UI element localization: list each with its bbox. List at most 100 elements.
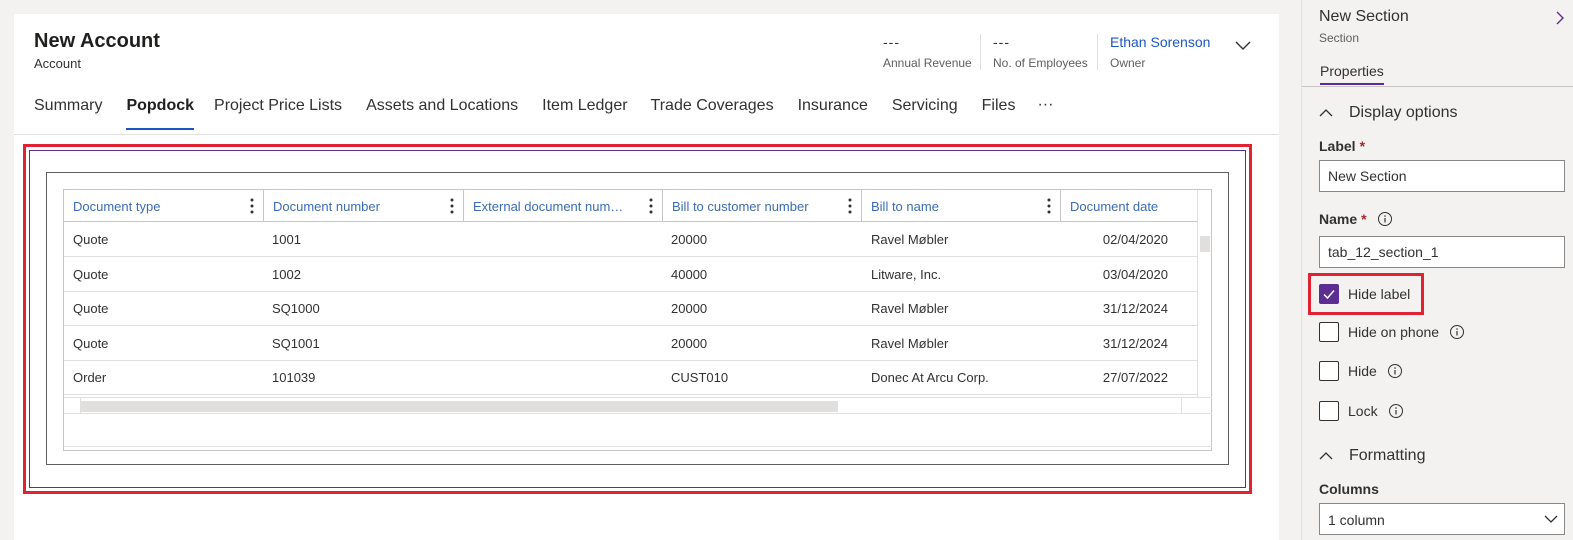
cell-document-date: 27/07/2022 [1102, 370, 1168, 385]
owner-link[interactable]: Ethan Sorenson [1110, 34, 1210, 50]
column-header[interactable]: Bill to name [862, 190, 1061, 222]
cell-document-number: 1001 [272, 232, 301, 247]
cell-bill-to-name: Donec At Arcu Corp. [871, 370, 989, 385]
group-heading: Display options [1349, 104, 1458, 121]
column-header[interactable]: Document number [264, 190, 464, 222]
checkbox-box[interactable] [1319, 322, 1339, 342]
field-label-text: Columns [1319, 481, 1379, 497]
info-icon[interactable] [1449, 324, 1465, 340]
info-icon[interactable] [1388, 403, 1404, 419]
header-field-annual-revenue[interactable]: --- Annual Revenue [883, 34, 972, 70]
chevron-down-icon[interactable] [1234, 36, 1252, 54]
tab-project-price-lists[interactable]: Project Price Lists [214, 96, 342, 130]
column-menu-icon[interactable] [847, 197, 853, 215]
required-marker: * [1361, 211, 1367, 227]
scrollbar-thumb[interactable] [1200, 236, 1210, 252]
scrollbar-thumb[interactable] [81, 401, 838, 412]
header-field-value: --- [883, 34, 900, 50]
name-field-label: Name * [1319, 211, 1393, 227]
more-tabs-button[interactable]: ··· [1037, 96, 1053, 130]
form-header: New Account Account --- Annual Revenue -… [14, 14, 1279, 134]
vertical-scrollbar[interactable] [1197, 190, 1211, 397]
cell-document-type: Quote [73, 336, 109, 351]
checkbox-box[interactable] [1319, 401, 1339, 421]
scroll-right-button[interactable] [1181, 398, 1198, 413]
divider [1302, 86, 1573, 87]
chevron-right-icon[interactable] [1554, 10, 1566, 26]
tab-trade-coverages[interactable]: Trade Coverages [651, 96, 774, 130]
column-menu-icon[interactable] [1046, 197, 1052, 215]
table-row[interactable]: Quote SQ1001 20000 Ravel Møbler 31/12/20… [64, 326, 1198, 361]
info-icon[interactable] [1387, 363, 1403, 379]
header-field-label: No. of Employees [993, 56, 1088, 70]
column-menu-icon[interactable] [449, 197, 455, 215]
tab-servicing[interactable]: Servicing [892, 96, 958, 130]
cell-document-date: 03/04/2020 [1102, 267, 1168, 282]
document-grid: Document type Document number External d… [63, 189, 1212, 451]
header-divider [980, 34, 981, 70]
label-field-label: Label * [1319, 138, 1365, 154]
tab-assets-and-locations[interactable]: Assets and Locations [366, 96, 518, 130]
tab-item-ledger[interactable]: Item Ledger [542, 96, 627, 130]
column-header-label: Document date [1070, 199, 1159, 214]
table-row[interactable]: Quote 1002 40000 Litware, Inc. 03/04/202… [64, 257, 1198, 292]
display-options-toggle[interactable]: Display options [1319, 104, 1458, 122]
horizontal-scrollbar[interactable] [64, 397, 1212, 414]
header-field-label: Annual Revenue [883, 56, 972, 70]
header-field-employees[interactable]: --- No. of Employees [993, 34, 1088, 70]
header-field-owner: Ethan Sorenson Owner [1110, 34, 1210, 70]
columns-select[interactable]: 1 column [1319, 503, 1565, 535]
grid-footer-divider [64, 446, 1212, 447]
formatting-toggle[interactable]: Formatting [1319, 447, 1425, 465]
column-header-label: Document number [273, 199, 380, 214]
column-header[interactable]: Document date [1061, 190, 1198, 222]
cell-document-number: 1002 [272, 267, 301, 282]
cell-customer-number: 40000 [671, 267, 708, 282]
tab-properties[interactable]: Properties [1320, 63, 1384, 85]
group-heading: Formatting [1349, 447, 1426, 464]
cell-bill-to-name: Ravel Møbler [871, 301, 949, 316]
header-field-label: Owner [1110, 56, 1146, 70]
tab-summary[interactable]: Summary [34, 96, 102, 130]
hide-checkbox[interactable]: Hide [1319, 361, 1403, 381]
field-label-text: Name [1319, 211, 1358, 227]
panel-title: New Section [1319, 8, 1409, 25]
cell-bill-to-name: Litware, Inc. [871, 267, 942, 282]
cell-document-type: Order [73, 370, 107, 385]
label-input[interactable] [1319, 160, 1565, 192]
tab-insurance[interactable]: Insurance [798, 96, 868, 130]
cell-customer-number: 20000 [671, 301, 708, 316]
column-header[interactable]: External document num… [464, 190, 663, 222]
cell-document-type: Quote [73, 301, 109, 316]
cell-document-date: 02/04/2020 [1102, 232, 1168, 247]
grid-header: Document type Document number External d… [64, 190, 1198, 222]
chevron-up-icon [1319, 452, 1333, 460]
cell-customer-number: CUST010 [671, 370, 729, 385]
column-header[interactable]: Bill to customer number [663, 190, 862, 222]
table-row[interactable]: Quote 1001 20000 Ravel Møbler 02/04/2020 [64, 222, 1198, 257]
column-menu-icon[interactable] [648, 197, 654, 215]
table-row[interactable]: Quote SQ1000 20000 Ravel Møbler 31/12/20… [64, 291, 1198, 326]
required-marker: * [1359, 138, 1366, 154]
selection-highlight [1308, 273, 1424, 315]
cell-bill-to-name: Ravel Møbler [871, 336, 949, 351]
checkbox-box[interactable] [1319, 361, 1339, 381]
cell-document-number: SQ1000 [272, 301, 320, 316]
scroll-left-button[interactable] [64, 398, 81, 413]
tab-files[interactable]: Files [982, 96, 1016, 130]
tab-popdock[interactable]: Popdock [126, 96, 194, 130]
form-tabs: Summary Popdock Project Price Lists Asse… [34, 96, 1053, 130]
column-header[interactable]: Document type [64, 190, 264, 222]
lock-checkbox[interactable]: Lock [1319, 401, 1404, 421]
panel-subtitle: Section [1319, 31, 1360, 45]
name-input[interactable] [1319, 236, 1565, 268]
cell-bill-to-name: Ravel Møbler [871, 232, 949, 247]
entity-name: Account [34, 56, 81, 71]
columns-field-label: Columns [1319, 481, 1379, 497]
table-row[interactable]: Order 101039 CUST010 Donec At Arcu Corp.… [64, 360, 1198, 395]
cell-document-type: Quote [73, 267, 109, 282]
info-icon[interactable] [1377, 211, 1393, 227]
column-header-label: Document type [73, 199, 161, 214]
hide-on-phone-checkbox[interactable]: Hide on phone [1319, 322, 1465, 342]
column-menu-icon[interactable] [249, 197, 255, 215]
